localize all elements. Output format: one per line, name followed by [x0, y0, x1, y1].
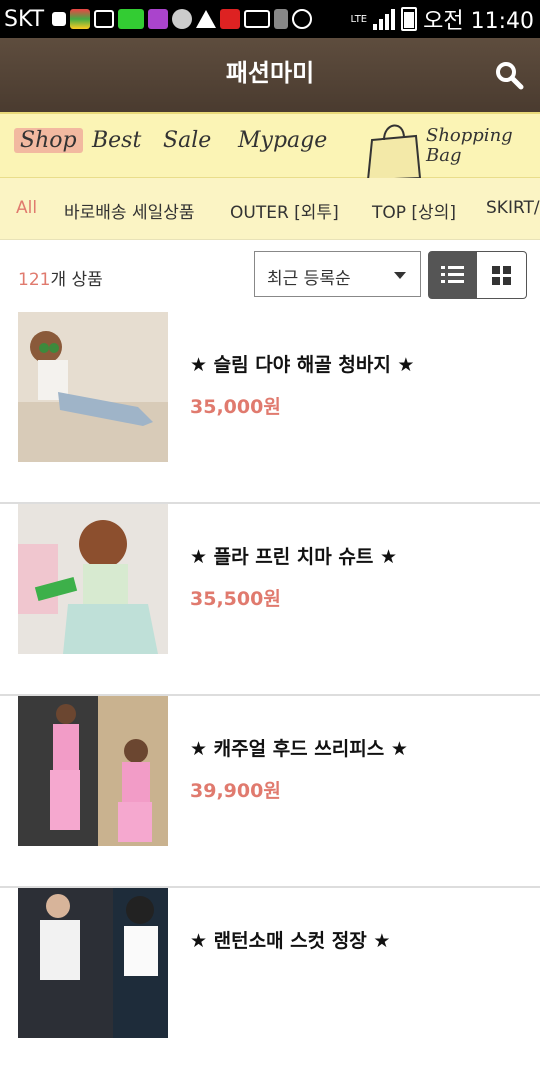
- chevron-down-icon: [394, 272, 406, 279]
- category-all[interactable]: All: [16, 198, 37, 218]
- clock: 오전 11:40: [423, 9, 534, 34]
- category-skirt[interactable]: SKIRT/: [486, 198, 540, 218]
- product-image[interactable]: [18, 696, 168, 846]
- list-view-button[interactable]: [428, 251, 478, 299]
- product-name[interactable]: ★ 슬림 다야 해골 청바지 ★: [190, 350, 414, 377]
- nav-mypage[interactable]: Mypage: [238, 128, 327, 153]
- search-icon[interactable]: [494, 60, 524, 90]
- product-price: 39,900원: [190, 780, 281, 802]
- grid-icon: [492, 266, 511, 285]
- product-item[interactable]: ★ 랜턴소매 스컷 정장 ★: [0, 888, 540, 1080]
- category-bar: All 바로배송 세일상품 OUTER [외투] TOP [상의] SKIRT/: [0, 178, 540, 240]
- product-item[interactable]: ★ 캐주얼 후드 쓰리피스 ★ 39,900원: [0, 696, 540, 888]
- v-icon: [148, 9, 169, 29]
- product-count: 121개 상품: [18, 265, 103, 290]
- product-name[interactable]: ★ 플라 프린 치마 슈트 ★: [190, 542, 397, 569]
- product-item[interactable]: ★ 슬림 다야 해골 청바지 ★ 35,000원: [0, 312, 540, 504]
- network-label: LTE: [350, 13, 368, 25]
- list-icon: [441, 266, 464, 283]
- nfc-icon: [244, 10, 271, 28]
- status-right: LTE 오전 11:40: [350, 0, 534, 38]
- product-image[interactable]: [18, 504, 168, 654]
- product-image[interactable]: [18, 312, 168, 462]
- product-image[interactable]: [18, 888, 168, 1038]
- category-top[interactable]: TOP [상의]: [372, 198, 456, 223]
- category-outer[interactable]: OUTER [외투]: [230, 198, 339, 223]
- app-header: 패션마미: [0, 38, 540, 112]
- bag-label-line2: Bag: [426, 145, 462, 166]
- page-title: 패션마미: [225, 59, 315, 87]
- product-count-number: 121: [18, 270, 51, 290]
- alarm-icon: [292, 9, 313, 29]
- carrier-label: SKT: [4, 6, 45, 32]
- mute-icon: [274, 9, 289, 29]
- weather-icon: [172, 9, 193, 29]
- sort-selected-label: 최근 등록순: [267, 269, 351, 289]
- warning-icon: [196, 10, 217, 28]
- nav-shop[interactable]: Shop: [14, 128, 83, 153]
- shield-icon: [220, 9, 241, 29]
- nav-best[interactable]: Best: [92, 128, 141, 153]
- status-bar: SKT LTE 오전 11:40: [0, 0, 540, 38]
- product-price: 35,000원: [190, 396, 281, 418]
- gallery-icon: [94, 10, 115, 28]
- grid-view-button[interactable]: [477, 251, 527, 299]
- battery-icon: [401, 7, 418, 31]
- shopping-bag-icon[interactable]: [364, 116, 424, 182]
- product-name[interactable]: ★ 랜턴소매 스컷 정장 ★: [190, 926, 390, 953]
- bag-label-line1: Shopping: [426, 125, 513, 146]
- main-nav: Shop Best Sale Mypage Shopping Bag: [0, 112, 540, 182]
- app-icon: [70, 9, 91, 29]
- blog-icon: [118, 9, 145, 29]
- product-name[interactable]: ★ 캐주얼 후드 쓰리피스 ★: [190, 734, 408, 761]
- product-price: 35,500원: [190, 588, 281, 610]
- message-icon: [52, 12, 67, 26]
- category-sale[interactable]: 바로배송 세일상품: [64, 198, 195, 223]
- notification-icons: [52, 9, 313, 29]
- shopping-bag-link[interactable]: Shopping Bag: [426, 126, 513, 166]
- nav-sale[interactable]: Sale: [163, 128, 211, 153]
- sort-select[interactable]: 최근 등록순: [254, 251, 421, 297]
- product-count-suffix: 개 상품: [50, 270, 103, 290]
- signal-icon: [373, 8, 396, 30]
- product-item[interactable]: ★ 플라 프린 치마 슈트 ★ 35,500원: [0, 504, 540, 696]
